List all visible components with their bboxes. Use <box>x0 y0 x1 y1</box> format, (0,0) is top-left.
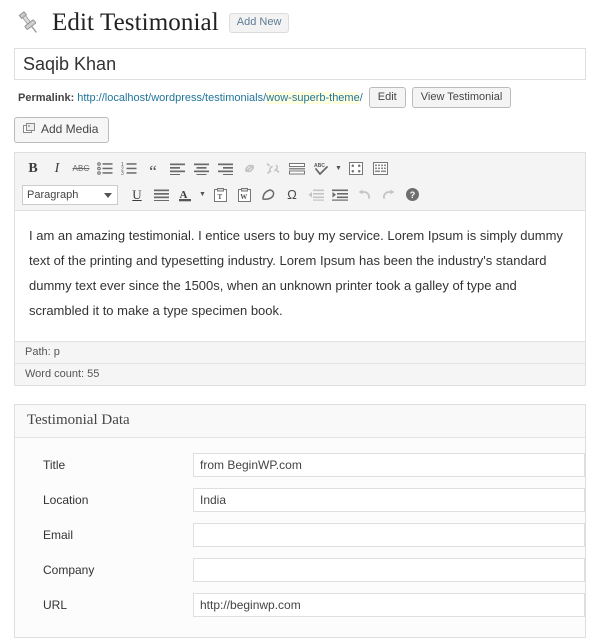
field-row-location: Location <box>15 483 585 518</box>
bold-icon[interactable]: B <box>21 158 45 180</box>
permalink-row: Permalink: http://localhost/wordpress/te… <box>0 80 600 109</box>
remove-formatting-icon[interactable] <box>256 184 280 206</box>
indent-icon[interactable] <box>328 184 352 206</box>
svg-text:W: W <box>240 193 247 201</box>
undo-icon[interactable] <box>352 184 376 206</box>
post-title-input[interactable] <box>14 48 586 80</box>
media-buttons-row: Add Media <box>0 108 600 143</box>
metabox-title: Testimonial Data <box>15 404 585 438</box>
page-title: Edit Testimonial <box>52 9 219 36</box>
field-label-location: Location <box>43 493 89 508</box>
content-editor: B I ABC 1 2 3 “ ABC ▼ Paragraph U A ▼ T … <box>14 151 586 386</box>
toolbar-row-1: B I ABC 1 2 3 “ ABC ▼ <box>21 156 581 182</box>
kitchen-sink-icon[interactable] <box>368 158 392 180</box>
toolbar-row-2: Paragraph U A ▼ T W Ω ? <box>21 182 581 208</box>
editor-path-status: Path: p <box>15 340 585 363</box>
svg-text:T: T <box>217 193 222 201</box>
text-color-icon[interactable]: A <box>173 184 197 206</box>
align-center-icon[interactable] <box>189 158 213 180</box>
field-label-title: Title <box>43 458 66 473</box>
field-label-company: Company <box>43 563 95 578</box>
strikethrough-icon[interactable]: ABC <box>69 158 93 180</box>
add-media-button[interactable]: Add Media <box>14 117 110 143</box>
field-row-email: Email <box>15 518 585 553</box>
format-select[interactable]: Paragraph <box>22 184 118 205</box>
metabox-fields: Title Location Email Company URL <box>15 437 585 637</box>
unlink-icon[interactable] <box>261 158 285 180</box>
italic-icon[interactable]: I <box>45 158 69 180</box>
field-row-url: URL <box>15 588 585 623</box>
format-select-value: Paragraph <box>27 188 79 201</box>
field-row-title: Title <box>15 448 585 483</box>
editor-paragraph: I am an amazing testimonial. I entice us… <box>29 227 563 318</box>
spellcheck-icon[interactable]: ABC <box>309 158 333 180</box>
pushpin-icon <box>14 8 44 38</box>
permalink-trailing-slash: / <box>359 91 363 104</box>
add-new-button[interactable]: Add New <box>228 13 290 33</box>
post-title-wrapper <box>0 44 600 80</box>
bulleted-list-icon[interactable] <box>93 158 117 180</box>
editor-word-count: Word count: 55 <box>15 362 585 385</box>
testimonial-data-metabox: Testimonial Data Title Location Email Co… <box>14 403 586 638</box>
align-justify-icon[interactable] <box>149 184 173 206</box>
insert-read-more-icon[interactable] <box>285 158 309 180</box>
fullscreen-icon[interactable] <box>344 158 368 180</box>
numbered-list-icon[interactable]: 1 2 3 <box>117 158 141 180</box>
blockquote-icon[interactable]: “ <box>141 155 165 183</box>
outdent-icon[interactable] <box>304 184 328 206</box>
field-label-url: URL <box>43 598 68 613</box>
permalink-label: Permalink: <box>18 91 75 104</box>
field-input-url[interactable] <box>193 593 585 618</box>
redo-icon[interactable] <box>376 184 400 206</box>
help-icon[interactable]: ? <box>400 184 424 206</box>
media-icon <box>23 123 36 135</box>
svg-text:ABC: ABC <box>314 163 325 169</box>
align-left-icon[interactable] <box>165 158 189 180</box>
permalink-slug[interactable]: wow-superb-theme <box>266 91 360 104</box>
svg-text:3: 3 <box>121 171 124 175</box>
align-right-icon[interactable] <box>213 158 237 180</box>
spellcheck-dropdown-icon[interactable]: ▼ <box>333 158 344 180</box>
edit-permalink-button[interactable]: Edit <box>368 87 406 109</box>
field-input-email[interactable] <box>193 523 585 548</box>
field-input-location[interactable] <box>193 488 585 513</box>
field-input-company[interactable] <box>193 558 585 583</box>
page-header: Edit Testimonial Add New <box>0 0 600 44</box>
editor-toolbar: B I ABC 1 2 3 “ ABC ▼ Paragraph U A ▼ T … <box>15 152 585 211</box>
field-label-email: Email <box>43 528 74 543</box>
editor-content-area[interactable]: I am an amazing testimonial. I entice us… <box>15 210 585 341</box>
text-color-dropdown-icon[interactable]: ▼ <box>197 184 208 206</box>
view-testimonial-button[interactable]: View Testimonial <box>411 87 512 109</box>
field-input-title[interactable] <box>193 453 585 478</box>
paste-as-text-icon[interactable]: T <box>208 184 232 206</box>
svg-text:?: ? <box>409 190 415 200</box>
chevron-down-icon <box>104 192 112 198</box>
permalink-base-url[interactable]: http://localhost/wordpress/testimonials/ <box>77 92 266 104</box>
paste-from-word-icon[interactable]: W <box>232 184 256 206</box>
special-character-icon[interactable]: Ω <box>280 184 304 206</box>
insert-link-icon[interactable] <box>237 158 261 180</box>
add-media-label: Add Media <box>41 122 99 137</box>
field-row-company: Company <box>15 553 585 588</box>
underline-icon[interactable]: U <box>125 184 149 206</box>
